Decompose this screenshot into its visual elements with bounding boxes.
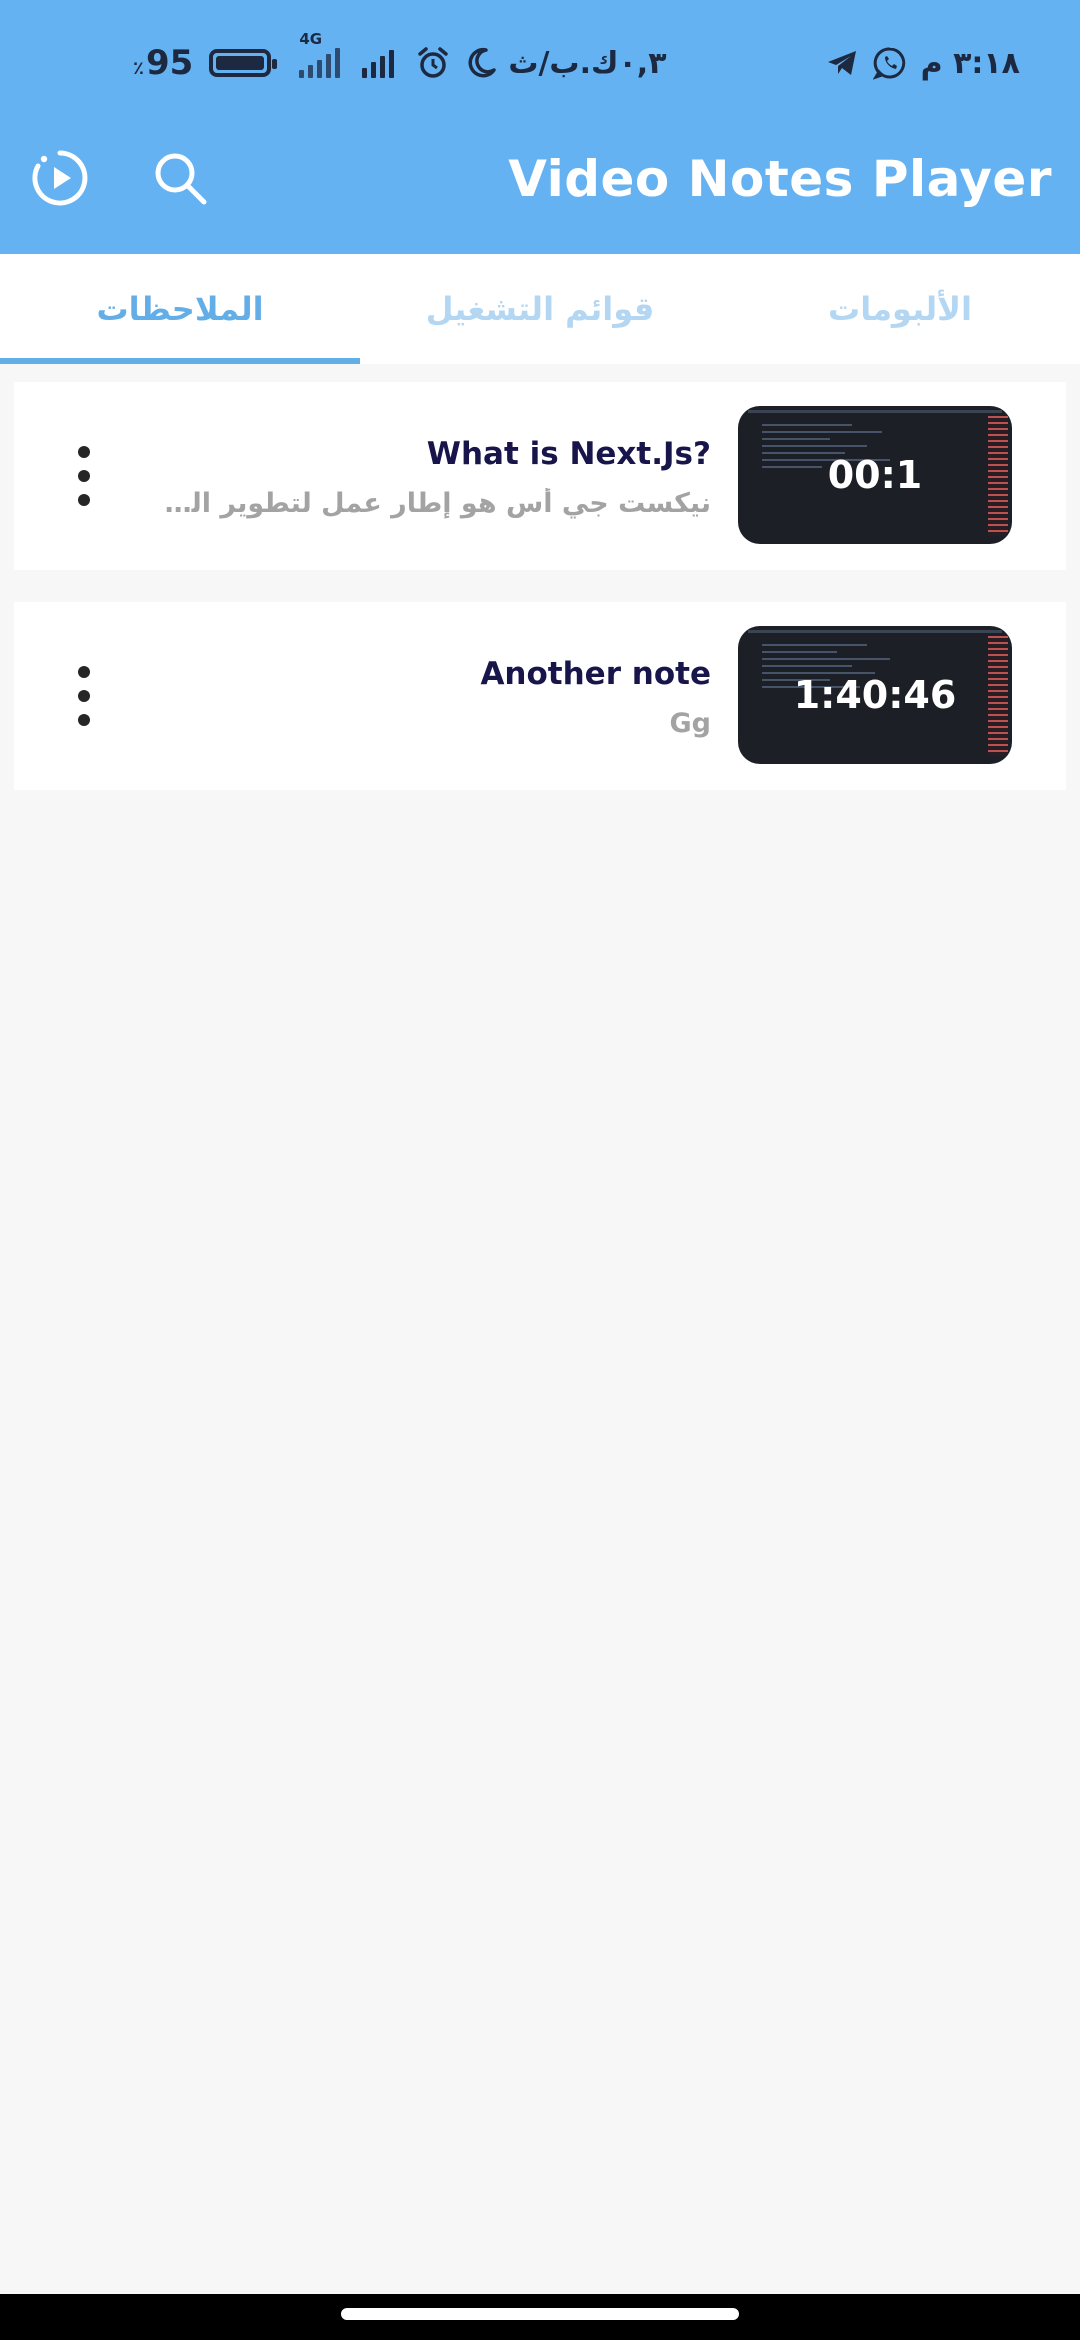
navigation-bar <box>0 2294 1080 2340</box>
status-left: ٪ 95 4G ٠,٣ك.ب/ث <box>133 30 667 88</box>
status-right: ٣:١٨ م <box>825 38 1020 88</box>
app-title: Video Notes Player <box>508 150 1052 208</box>
status-bar: ٪ 95 4G ٠,٣ك.ب/ث ٣:١٨ م <box>0 28 1080 98</box>
note-preview: Gg <box>669 708 712 739</box>
signal-icon-2 <box>362 48 395 78</box>
battery-icon <box>209 49 278 77</box>
note-card[interactable]: 1:40:46 Another note Gg <box>14 602 1066 790</box>
signal-icon: 4G <box>299 30 341 78</box>
telegram-icon <box>827 51 856 75</box>
battery-percent-sign: ٪ <box>133 58 144 79</box>
video-thumbnail: 1:40:46 <box>738 626 1012 764</box>
network-speed: ٠,٣ك.ب/ث <box>508 45 667 81</box>
video-duration: 00:1 <box>827 453 923 497</box>
app-bar: Video Notes Player <box>0 120 1080 240</box>
more-options-button[interactable] <box>70 666 98 726</box>
home-indicator[interactable] <box>341 2308 739 2320</box>
history-play-button[interactable] <box>28 146 92 210</box>
tab-playlists[interactable]: قوائم التشغيل <box>360 254 720 364</box>
moon-icon <box>468 47 497 78</box>
tab-bar: الألبومات قوائم التشغيل الملاحظات <box>0 254 1080 364</box>
more-vertical-icon <box>78 666 90 678</box>
more-vertical-icon <box>78 446 90 458</box>
whatsapp-icon <box>872 47 905 80</box>
more-options-button[interactable] <box>70 446 98 506</box>
note-title: What is Next.Js? <box>426 436 711 472</box>
notes-list: 00:1 What is Next.Js? نيكست جي أس هو إطا… <box>14 382 1066 822</box>
video-thumbnail: 00:1 <box>738 406 1012 544</box>
search-button[interactable] <box>148 146 212 210</box>
screen: ٪ 95 4G ٠,٣ك.ب/ث ٣:١٨ م Video Notes Play… <box>0 0 1080 2340</box>
video-duration: 1:40:46 <box>793 673 957 717</box>
note-title: Another note <box>480 656 711 692</box>
note-card[interactable]: 00:1 What is Next.Js? نيكست جي أس هو إطا… <box>14 382 1066 570</box>
top-bar: ٪ 95 4G ٠,٣ك.ب/ث ٣:١٨ م Video Notes Play… <box>0 0 1080 254</box>
alarm-icon <box>418 47 449 78</box>
history-play-icon <box>32 150 88 206</box>
battery-level: 95 <box>146 43 194 83</box>
tab-notes[interactable]: الملاحظات <box>0 254 360 364</box>
note-preview: نيكست جي أس هو إطار عمل لتطوير الوي… <box>151 488 711 519</box>
clock: ٣:١٨ م <box>920 45 1020 81</box>
tab-albums[interactable]: الألبومات <box>720 254 1080 364</box>
battery-percentage: ٪ 95 <box>133 46 193 80</box>
search-icon <box>155 153 207 205</box>
network-type: 4G <box>299 30 323 48</box>
